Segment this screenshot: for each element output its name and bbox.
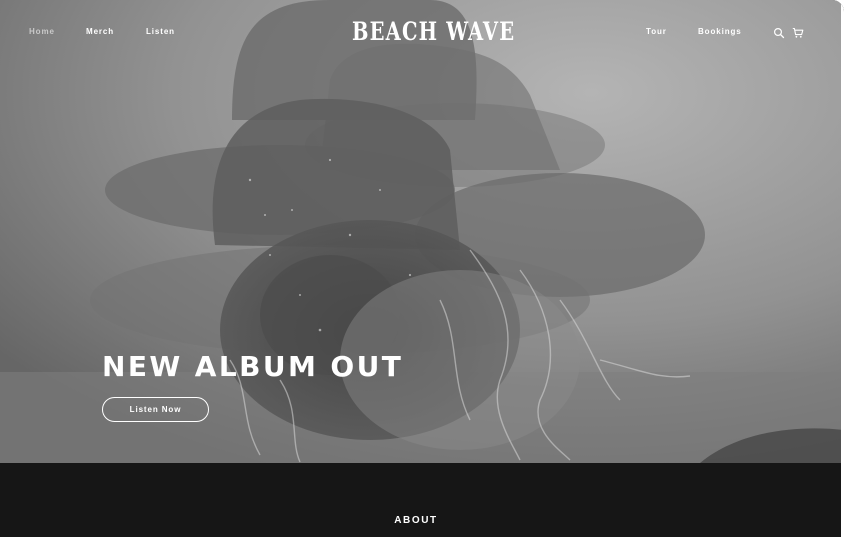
hero-headline: NEW ALBUM OUT [102, 350, 404, 383]
about-heading: ABOUT [394, 515, 438, 526]
nav-link-merch[interactable]: Merch [86, 27, 114, 37]
top-nav: Home Merch Listen BEACH WAVE Tour Bookin… [0, 0, 844, 64]
cart-icon[interactable] [792, 26, 804, 38]
nav-link-bookings[interactable]: Bookings [698, 27, 742, 37]
nav-link-home[interactable]: Home [29, 27, 55, 37]
brand-logo[interactable]: BEACH WAVE [352, 15, 514, 49]
listen-now-button[interactable]: Listen Now [102, 397, 209, 422]
page: Home Merch Listen BEACH WAVE Tour Bookin… [0, 0, 844, 537]
search-icon[interactable] [773, 26, 785, 39]
about-section: ABOUT [0, 463, 844, 537]
nav-link-tour[interactable]: Tour [646, 27, 667, 37]
nav-link-listen[interactable]: Listen [146, 27, 175, 37]
hero-section: Home Merch Listen BEACH WAVE Tour Bookin… [0, 0, 844, 463]
hero-photo [0, 0, 844, 463]
